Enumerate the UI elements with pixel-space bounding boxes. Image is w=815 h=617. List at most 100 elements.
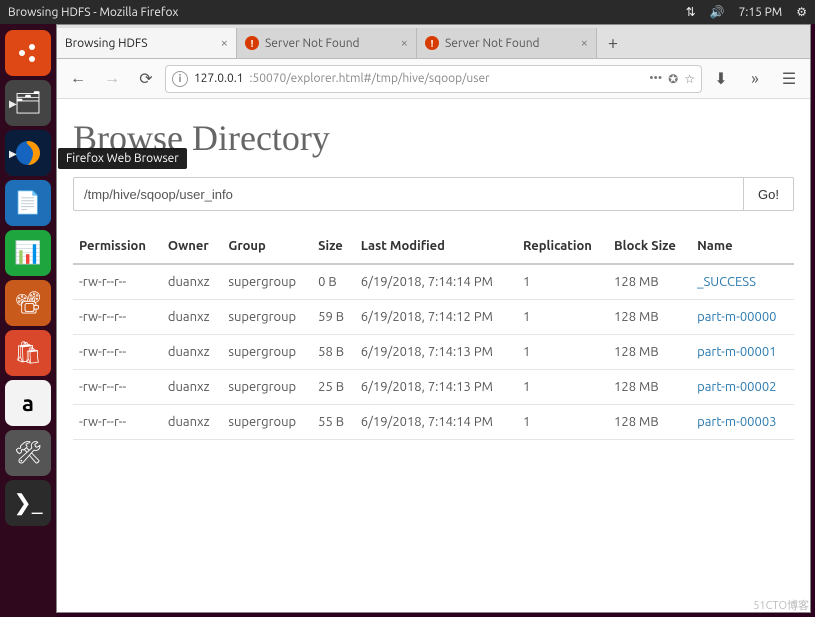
terminal-icon[interactable]: ❯_ <box>5 480 51 526</box>
cell-lm: 6/19/2018, 7:14:14 PM <box>355 264 517 300</box>
cell-owner: duanxz <box>162 405 222 440</box>
cell-size: 0 B <box>312 264 355 300</box>
file-link[interactable]: part-m-00002 <box>697 380 776 394</box>
impress-icon[interactable]: 📽 <box>5 280 51 326</box>
tab-title: Server Not Found <box>265 37 395 50</box>
calc-icon[interactable]: 📊 <box>5 230 51 276</box>
tab-1[interactable]: Browsing HDFS × <box>57 28 237 58</box>
cell-bs: 128 MB <box>608 405 691 440</box>
reader-icon[interactable]: ✪ <box>668 72 678 86</box>
cell-lm: 6/19/2018, 7:14:13 PM <box>355 370 517 405</box>
cell-group: supergroup <box>222 264 312 300</box>
file-link[interactable]: part-m-00000 <box>697 310 776 324</box>
path-bar: Go! <box>73 177 794 211</box>
launcher-tooltip: Firefox Web Browser <box>58 148 187 169</box>
table-row: -rw-r--r--duanxzsupergroup0 B6/19/2018, … <box>73 264 794 300</box>
cell-name: part-m-00003 <box>691 405 794 440</box>
file-link[interactable]: part-m-00003 <box>697 415 776 429</box>
cell-name: part-m-00001 <box>691 335 794 370</box>
new-tab-button[interactable]: + <box>597 28 629 58</box>
column-header[interactable]: Last Modified <box>355 229 517 264</box>
close-icon[interactable]: × <box>401 36 408 50</box>
close-icon[interactable]: × <box>581 36 588 50</box>
cell-group: supergroup <box>222 405 312 440</box>
cell-perm: -rw-r--r-- <box>73 300 162 335</box>
reload-button[interactable]: ⟳ <box>131 64 161 94</box>
cell-lm: 6/19/2018, 7:14:14 PM <box>355 405 517 440</box>
column-header[interactable]: Owner <box>162 229 222 264</box>
file-link[interactable]: _SUCCESS <box>697 275 756 289</box>
downloads-button[interactable]: ⬇ <box>706 64 736 94</box>
column-header[interactable]: Name <box>691 229 794 264</box>
dash-icon[interactable] <box>5 30 51 76</box>
cell-rep: 1 <box>517 405 608 440</box>
settings-icon[interactable]: 🛠 <box>5 430 51 476</box>
clock[interactable]: 7:15 PM <box>739 6 783 19</box>
column-header[interactable]: Replication <box>517 229 608 264</box>
column-header[interactable]: Block Size <box>608 229 691 264</box>
tab-2[interactable]: ! Server Not Found × <box>237 28 417 58</box>
warning-icon: ! <box>245 36 259 50</box>
system-topbar: Browsing HDFS - Mozilla Firefox ⇅ 🔊 7:15… <box>0 0 815 24</box>
gear-icon[interactable]: ⚙ <box>796 5 807 19</box>
more-icon[interactable]: ••• <box>649 72 662 85</box>
page-content: Browse Directory Go! PermissionOwnerGrou… <box>57 99 810 612</box>
cell-owner: duanxz <box>162 300 222 335</box>
cell-name: part-m-00002 <box>691 370 794 405</box>
file-link[interactable]: part-m-00001 <box>697 345 776 359</box>
network-icon[interactable]: ⇅ <box>686 5 696 19</box>
cell-rep: 1 <box>517 335 608 370</box>
column-header[interactable]: Size <box>312 229 355 264</box>
cell-name: part-m-00000 <box>691 300 794 335</box>
cell-owner: duanxz <box>162 370 222 405</box>
system-tray: ⇅ 🔊 7:15 PM ⚙ <box>686 5 807 19</box>
path-input[interactable] <box>73 177 744 211</box>
writer-icon[interactable]: 📄 <box>5 180 51 226</box>
table-row: -rw-r--r--duanxzsupergroup55 B6/19/2018,… <box>73 405 794 440</box>
tab-title: Browsing HDFS <box>65 37 215 50</box>
cell-rep: 1 <box>517 264 608 300</box>
cell-perm: -rw-r--r-- <box>73 405 162 440</box>
forward-button[interactable]: → <box>97 64 127 94</box>
cell-bs: 128 MB <box>608 300 691 335</box>
cell-group: supergroup <box>222 300 312 335</box>
url-bar[interactable]: i 127.0.0.1:50070/explorer.html#/tmp/hiv… <box>165 65 702 93</box>
table-row: -rw-r--r--duanxzsupergroup58 B6/19/2018,… <box>73 335 794 370</box>
directory-table: PermissionOwnerGroupSizeLast ModifiedRep… <box>73 229 794 440</box>
unity-launcher: ▶🗂 ▶ 📄 📊 📽 🛍 a 🛠 ❯_ <box>0 24 56 617</box>
url-domain: 127.0.0.1 <box>194 72 243 85</box>
tab-title: Server Not Found <box>445 37 575 50</box>
warning-icon: ! <box>425 36 439 50</box>
firefox-window: Browsing HDFS × ! Server Not Found × ! S… <box>56 24 811 613</box>
close-icon[interactable]: × <box>221 36 228 50</box>
cell-rep: 1 <box>517 300 608 335</box>
overflow-button[interactable]: » <box>740 64 770 94</box>
column-header[interactable]: Permission <box>73 229 162 264</box>
table-row: -rw-r--r--duanxzsupergroup59 B6/19/2018,… <box>73 300 794 335</box>
cell-owner: duanxz <box>162 264 222 300</box>
nav-toolbar: ← → ⟳ i 127.0.0.1:50070/explorer.html#/t… <box>57 59 810 99</box>
go-button[interactable]: Go! <box>744 177 794 211</box>
window-title: Browsing HDFS - Mozilla Firefox <box>8 6 686 19</box>
column-header[interactable]: Group <box>222 229 312 264</box>
bookmark-icon[interactable]: ☆ <box>684 72 695 86</box>
watermark: 51CTO博客 <box>753 597 809 613</box>
cell-bs: 128 MB <box>608 335 691 370</box>
cell-perm: -rw-r--r-- <box>73 335 162 370</box>
tab-3[interactable]: ! Server Not Found × <box>417 28 597 58</box>
menu-button[interactable]: ☰ <box>774 64 804 94</box>
sound-icon[interactable]: 🔊 <box>710 5 725 19</box>
files-icon[interactable]: ▶🗂 <box>5 80 51 126</box>
software-icon[interactable]: 🛍 <box>5 330 51 376</box>
cell-size: 58 B <box>312 335 355 370</box>
cell-name: _SUCCESS <box>691 264 794 300</box>
site-info-icon[interactable]: i <box>172 71 188 87</box>
tab-bar: Browsing HDFS × ! Server Not Found × ! S… <box>57 25 810 59</box>
cell-size: 59 B <box>312 300 355 335</box>
amazon-icon[interactable]: a <box>5 380 51 426</box>
cell-perm: -rw-r--r-- <box>73 264 162 300</box>
cell-lm: 6/19/2018, 7:14:13 PM <box>355 335 517 370</box>
firefox-icon[interactable]: ▶ <box>5 130 51 176</box>
back-button[interactable]: ← <box>63 64 93 94</box>
table-row: -rw-r--r--duanxzsupergroup25 B6/19/2018,… <box>73 370 794 405</box>
